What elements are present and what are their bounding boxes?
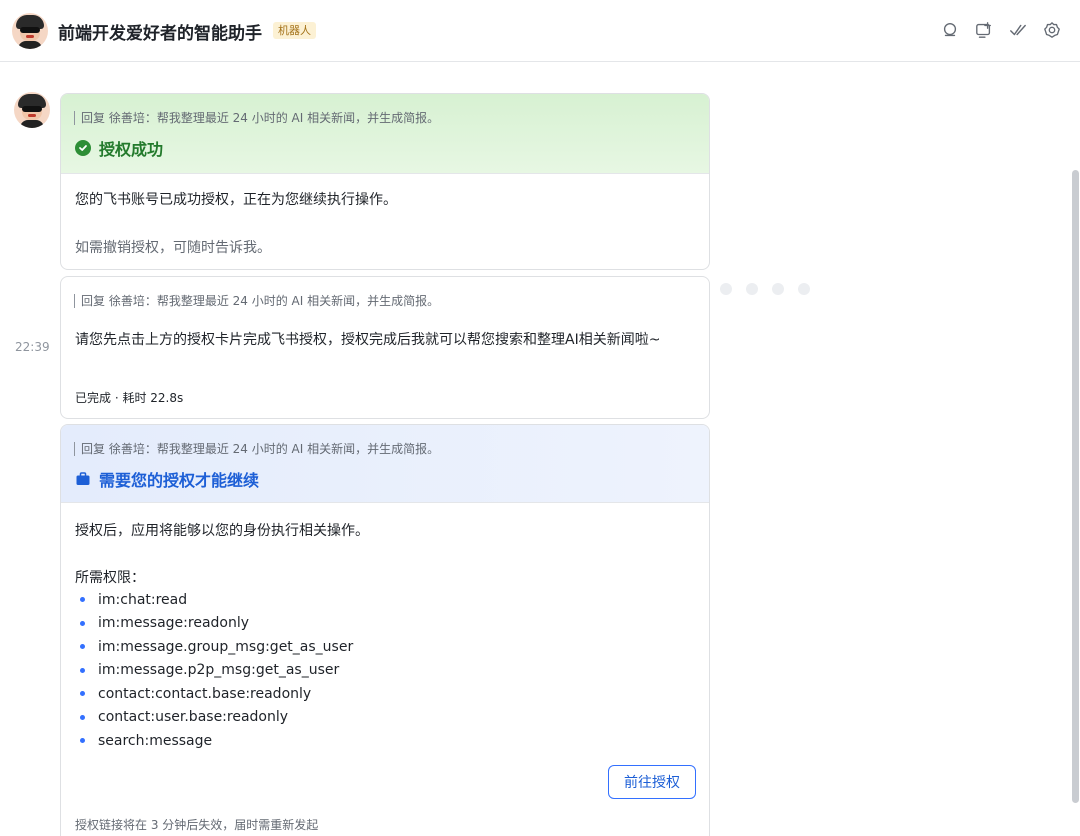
permission-text: im:chat:read (98, 591, 188, 608)
chat-scrollbar[interactable] (1070, 62, 1080, 836)
bullet-icon (80, 738, 85, 744)
completion-status: 已完成 · 耗时 22.8s (75, 391, 184, 405)
permission-text: search:message (98, 732, 213, 749)
card-header: 回复 徐善培：帮我整理最近 24 小时的 AI 相关新闻，并生成简报。 需要您的… (61, 425, 709, 503)
message-sender-avatar[interactable] (14, 92, 50, 128)
permission-item: im:message.p2p_msg:get_as_user (75, 659, 353, 683)
reply-quote[interactable]: 回复 徐善培：帮我整理最近 24 小时的 AI 相关新闻，并生成简报。 (74, 294, 439, 308)
bullet-icon (80, 691, 85, 697)
bullet-icon (80, 644, 85, 650)
auth-description: 授权后，应用将能够以您的身份执行相关操作。 (75, 523, 369, 539)
search-chat-icon[interactable] (940, 20, 960, 40)
faint-dot-icon (720, 283, 732, 295)
chat-title: 前端开发爱好者的智能助手 (58, 24, 262, 44)
reply-quote[interactable]: 回复 徐善培：帮我整理最近 24 小时的 AI 相关新闻，并生成简报。 (74, 111, 439, 125)
permission-item: im:chat:read (75, 588, 353, 612)
faint-dot-icon (798, 283, 810, 295)
briefcase-icon (75, 471, 91, 487)
auth-required-card: 回复 徐善培：帮我整理最近 24 小时的 AI 相关新闻，并生成简报。 需要您的… (60, 424, 710, 836)
bullet-icon (80, 667, 85, 673)
card-title: 授权成功 (75, 136, 163, 160)
message-actions-hint (720, 283, 810, 295)
permission-item: contact:contact.base:readonly (75, 682, 353, 706)
card-header: 回复 徐善培：帮我整理最近 24 小时的 AI 相关新闻，并生成简报。 授权成功 (61, 94, 709, 174)
faint-dot-icon (772, 283, 784, 295)
add-to-screen-icon[interactable] (974, 20, 994, 40)
message-text: 请您先点击上方的授权卡片完成飞书授权，授权完成后我就可以帮您搜索和整理AI相关新… (75, 332, 661, 348)
check-done-icon[interactable] (1008, 20, 1028, 40)
permissions-title: 所需权限： (75, 570, 145, 586)
card-title-text: 授权成功 (99, 140, 164, 159)
chat-header: 前端开发爱好者的智能助手 机器人 (0, 0, 1080, 62)
card-body: 您的飞书账号已成功授权，正在为您继续执行操作。 (75, 192, 397, 208)
permission-text: im:message.group_msg:get_as_user (98, 638, 354, 655)
message-time: 22:39 (15, 340, 50, 354)
permission-text: contact:contact.base:readonly (98, 685, 312, 702)
header-toolbar (940, 20, 1062, 40)
permission-item: search:message (75, 729, 353, 753)
permissions-list: im:chat:read im:message:readonly im:mess… (75, 588, 353, 753)
expire-note: 授权链接将在 3 分钟后失效，届时需重新发起 (75, 818, 319, 832)
check-circle-icon (75, 140, 91, 156)
permission-text: im:message:readonly (98, 615, 250, 632)
bot-avatar[interactable] (12, 13, 48, 49)
reply-quote[interactable]: 回复 徐善培：帮我整理最近 24 小时的 AI 相关新闻，并生成简报。 (74, 442, 439, 456)
permission-item: im:message.group_msg:get_as_user (75, 635, 353, 659)
permission-text: im:message.p2p_msg:get_as_user (98, 662, 340, 679)
card-title-text: 需要您的授权才能继续 (99, 471, 260, 490)
go-authorize-button[interactable]: 前往授权 (608, 765, 696, 799)
faint-dot-icon (746, 283, 758, 295)
bot-badge: 机器人 (273, 22, 316, 39)
settings-gear-icon[interactable] (1042, 20, 1062, 40)
card-note: 如需撤销授权，可随时告诉我。 (75, 240, 271, 256)
permission-text: contact:user.base:readonly (98, 709, 289, 726)
reply-message-card: 回复 徐善培：帮我整理最近 24 小时的 AI 相关新闻，并生成简报。 请您先点… (60, 276, 710, 419)
permission-item: im:message:readonly (75, 612, 353, 636)
bullet-icon (80, 620, 85, 626)
bullet-icon (80, 597, 85, 603)
bullet-icon (80, 714, 85, 720)
scroll-thumb[interactable] (1072, 170, 1079, 803)
auth-success-card: 回复 徐善培：帮我整理最近 24 小时的 AI 相关新闻，并生成简报。 授权成功… (60, 93, 710, 270)
card-title: 需要您的授权才能继续 (75, 467, 259, 491)
permission-item: contact:user.base:readonly (75, 706, 353, 730)
